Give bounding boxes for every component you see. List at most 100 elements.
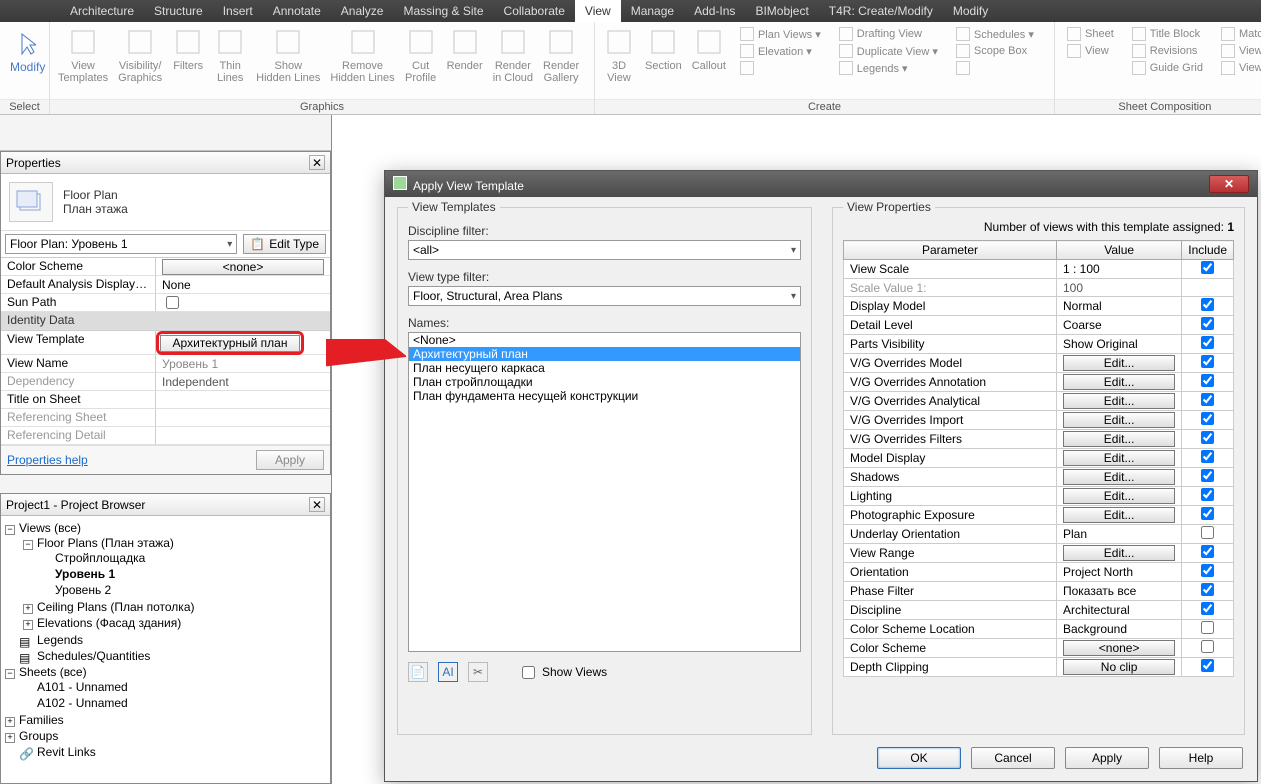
ribbon-remove-hidden-lines[interactable]: RemoveHidden Lines: [326, 24, 398, 86]
vp-include[interactable]: [1182, 468, 1234, 487]
ribbon-section[interactable]: Section: [641, 24, 686, 99]
col-include[interactable]: Include: [1182, 241, 1234, 260]
vp-value[interactable]: Показать все: [1056, 582, 1181, 601]
vp-include[interactable]: [1182, 639, 1234, 658]
rename-template-button[interactable]: AI: [438, 662, 458, 682]
vp-include[interactable]: [1182, 430, 1234, 449]
tree-item[interactable]: Views (все): [19, 521, 81, 535]
vp-value[interactable]: Edit...: [1056, 411, 1181, 430]
ribbon-mini[interactable]: [738, 60, 823, 76]
menu-manage[interactable]: Manage: [621, 0, 684, 22]
vp-include[interactable]: [1182, 544, 1234, 563]
vp-include[interactable]: [1182, 582, 1234, 601]
identity-data-section[interactable]: Identity Data: [1, 312, 330, 329]
vp-value[interactable]: Normal: [1056, 297, 1181, 316]
tree-item[interactable]: A101 - Unnamed: [37, 680, 128, 694]
ribbon-mini[interactable]: View: [1219, 43, 1261, 59]
help-button[interactable]: Help: [1159, 747, 1243, 769]
vp-value[interactable]: Edit...: [1056, 506, 1181, 525]
vp-value[interactable]: 100: [1056, 279, 1181, 297]
vp-value[interactable]: Edit...: [1056, 373, 1181, 392]
ribbon-show-hidden-lines[interactable]: ShowHidden Lines: [252, 24, 324, 86]
tree-item[interactable]: Groups: [19, 729, 58, 743]
vp-value[interactable]: Project North: [1056, 563, 1181, 582]
ribbon-3d-view[interactable]: 3DView: [599, 24, 639, 99]
prop-value[interactable]: <none>: [156, 258, 330, 275]
col-parameter[interactable]: Parameter: [844, 241, 1057, 260]
ribbon-mini[interactable]: [954, 60, 1036, 76]
menu-collaborate[interactable]: Collaborate: [494, 0, 575, 22]
prop-value[interactable]: [156, 294, 330, 311]
vp-include[interactable]: [1182, 260, 1234, 279]
browser-close[interactable]: ✕: [309, 497, 325, 512]
vp-include[interactable]: [1182, 279, 1234, 297]
vp-include[interactable]: [1182, 487, 1234, 506]
vp-value[interactable]: Edit...: [1056, 449, 1181, 468]
prop-value[interactable]: None: [156, 276, 330, 293]
menu-bimobject[interactable]: BIMobject: [745, 0, 818, 22]
vp-include[interactable]: [1182, 411, 1234, 430]
vp-include[interactable]: [1182, 563, 1234, 582]
vp-value[interactable]: Show Original: [1056, 335, 1181, 354]
prop-value[interactable]: Independent: [156, 373, 330, 390]
tree-item[interactable]: Families: [19, 713, 64, 727]
duplicate-template-button[interactable]: 📄: [408, 662, 428, 682]
viewtype-filter-combo[interactable]: Floor, Structural, Area Plans▾: [408, 286, 801, 306]
vp-value[interactable]: 1 : 100: [1056, 260, 1181, 279]
vp-value[interactable]: Edit...: [1056, 487, 1181, 506]
properties-close[interactable]: ✕: [309, 155, 325, 170]
prop-value[interactable]: Архитектурный план: [156, 331, 330, 354]
template-name-item[interactable]: <None>: [409, 333, 800, 347]
ribbon-mini[interactable]: Sheet: [1065, 26, 1116, 42]
ribbon-mini[interactable]: Revisions: [1130, 43, 1205, 59]
ribbon-view-templates[interactable]: ViewTemplates: [54, 24, 112, 86]
vp-value[interactable]: Edit...: [1056, 392, 1181, 411]
vp-include[interactable]: [1182, 449, 1234, 468]
discipline-filter-combo[interactable]: <all>▾: [408, 240, 801, 260]
ribbon-mini[interactable]: View: [1065, 43, 1116, 59]
edit-type-button[interactable]: 📋 Edit Type: [243, 234, 326, 254]
ribbon-callout[interactable]: Callout: [688, 24, 730, 99]
tree-item[interactable]: Schedules/Quantities: [37, 649, 150, 663]
menu-t4r-create-modify[interactable]: T4R: Create/Modify: [819, 0, 943, 22]
ribbon-render[interactable]: Render: [443, 24, 487, 74]
vp-include[interactable]: [1182, 335, 1234, 354]
properties-apply-button[interactable]: Apply: [256, 450, 324, 470]
ribbon-mini[interactable]: Duplicate View ▾: [837, 43, 940, 59]
tree-item[interactable]: Elevations (Фасад здания): [37, 616, 181, 630]
vp-value[interactable]: Edit...: [1056, 468, 1181, 487]
vp-value[interactable]: <none>: [1056, 639, 1181, 658]
vp-include[interactable]: [1182, 392, 1234, 411]
menu-insert[interactable]: Insert: [213, 0, 263, 22]
vp-value[interactable]: Plan: [1056, 525, 1181, 544]
menu-view[interactable]: View: [575, 0, 621, 22]
menu-add-ins[interactable]: Add-Ins: [684, 0, 745, 22]
prop-value[interactable]: [156, 409, 330, 426]
template-name-item[interactable]: План фундамента несущей конструкции: [409, 389, 800, 403]
dialog-close-button[interactable]: ✕: [1209, 175, 1249, 193]
ribbon-mini[interactable]: Scope Box: [954, 43, 1036, 59]
template-names-list[interactable]: <None>Архитектурный планПлан несущего ка…: [408, 332, 801, 652]
tree-item[interactable]: Sheets (все): [19, 665, 87, 679]
ribbon-mini[interactable]: Matc: [1219, 26, 1261, 42]
tree-item[interactable]: Legends: [37, 633, 83, 647]
tree-toggle[interactable]: −: [5, 525, 15, 535]
modify-tool[interactable]: Modify: [4, 24, 51, 76]
cancel-button[interactable]: Cancel: [971, 747, 1055, 769]
menu-analyze[interactable]: Analyze: [331, 0, 394, 22]
template-name-item[interactable]: План стройплощадки: [409, 375, 800, 389]
vp-include[interactable]: [1182, 658, 1234, 677]
menu-architecture[interactable]: Architecture: [60, 0, 144, 22]
tree-item[interactable]: A102 - Unnamed: [37, 696, 128, 710]
ribbon-cut-profile[interactable]: CutProfile: [401, 24, 441, 86]
tree-toggle[interactable]: +: [23, 604, 33, 614]
vp-value[interactable]: Background: [1056, 620, 1181, 639]
prop-value[interactable]: [156, 391, 330, 408]
vp-include[interactable]: [1182, 316, 1234, 335]
tree-item[interactable]: Revit Links: [37, 745, 96, 759]
show-views-checkbox[interactable]: [522, 666, 535, 679]
tree-item[interactable]: Floor Plans (План этажа): [37, 536, 174, 550]
vp-include[interactable]: [1182, 297, 1234, 316]
vp-value[interactable]: No clip: [1056, 658, 1181, 677]
vp-value[interactable]: Coarse: [1056, 316, 1181, 335]
